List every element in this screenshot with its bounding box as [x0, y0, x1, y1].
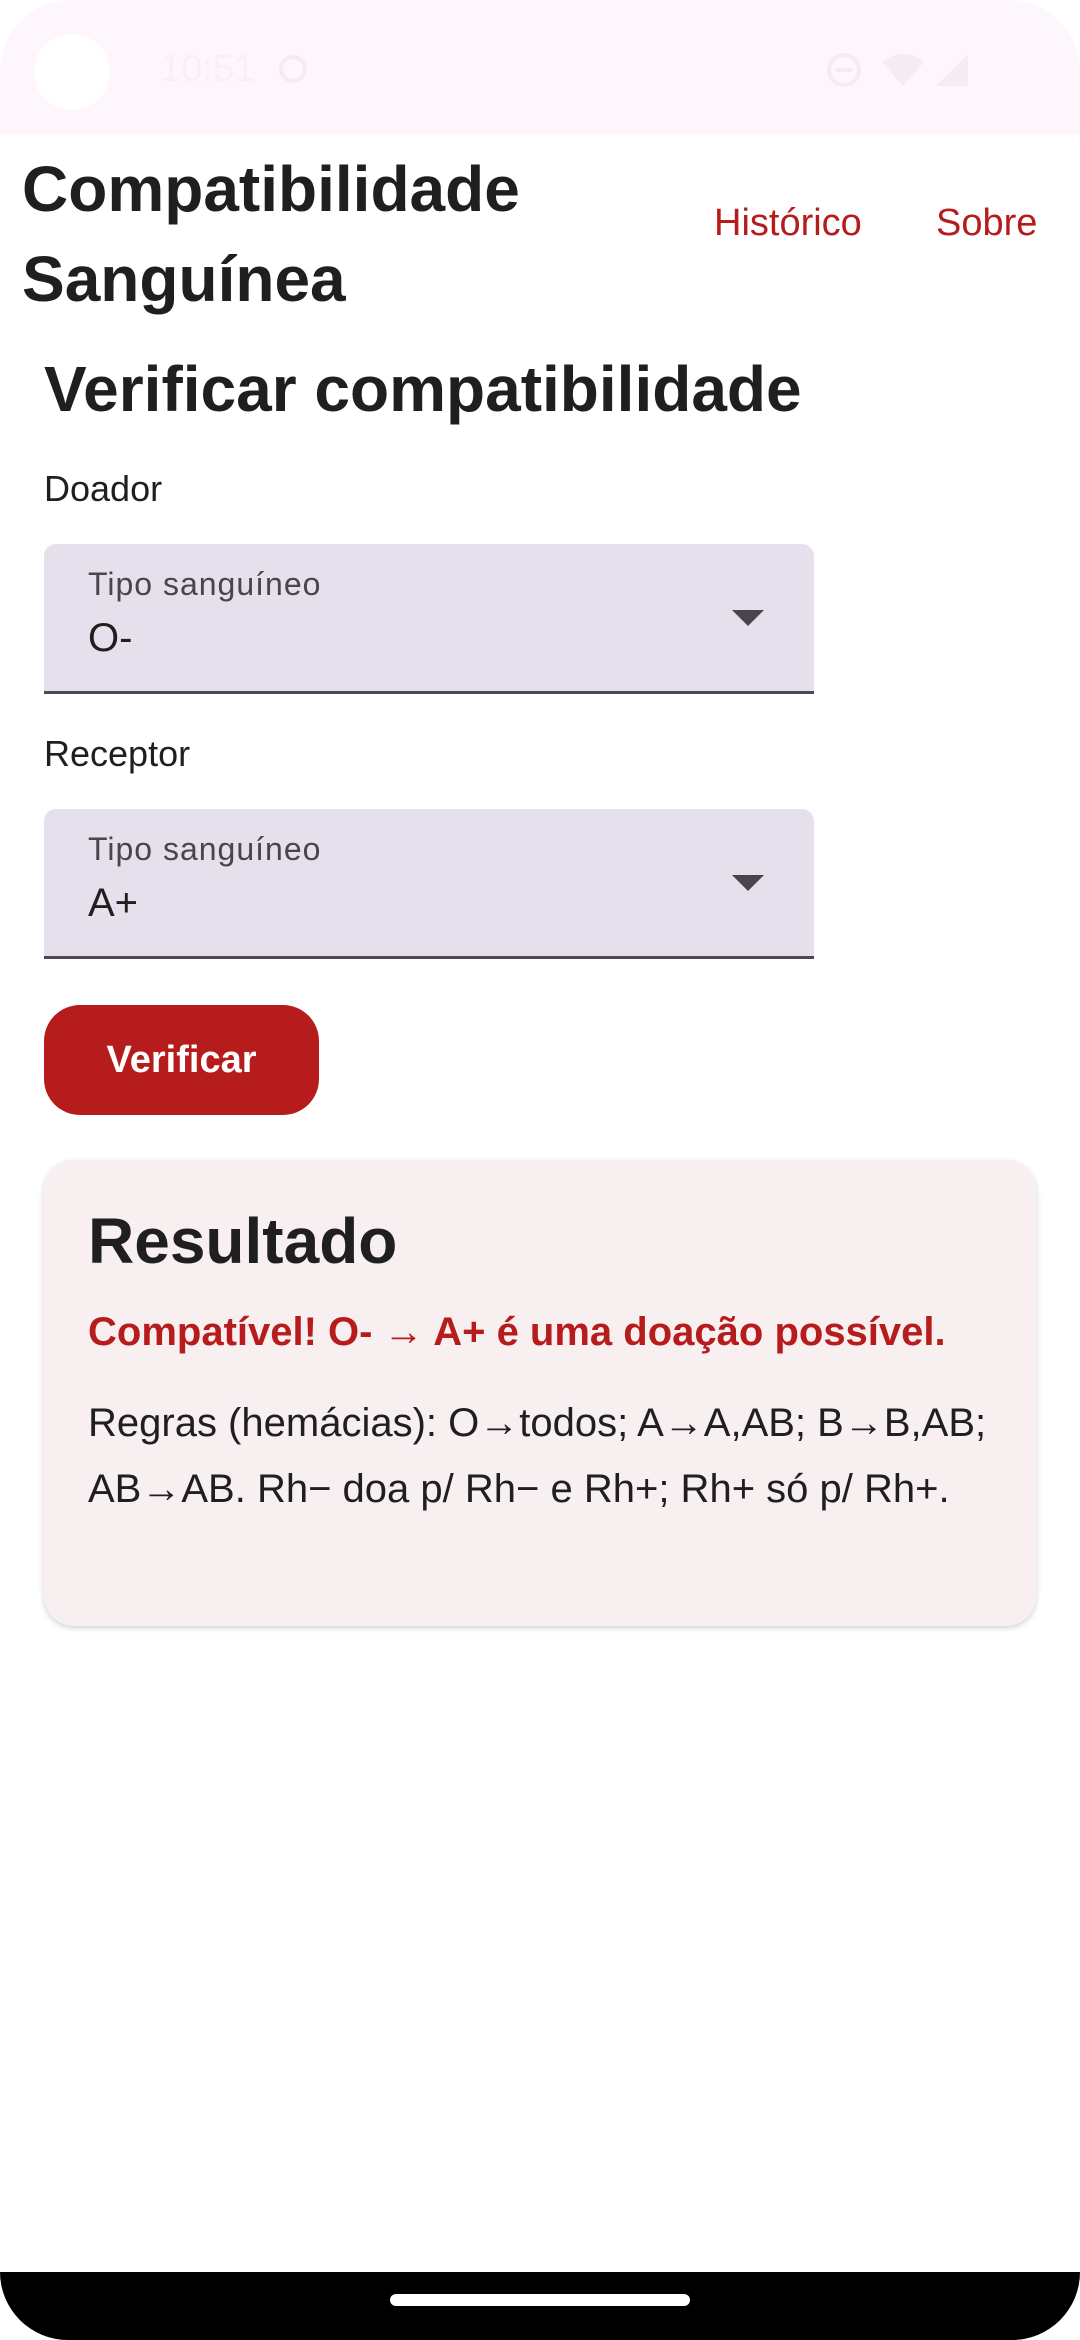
history-link[interactable]: Histórico	[714, 202, 862, 245]
donor-label: Doador	[44, 468, 163, 509]
app-title: Compatibilidade Sanguínea	[22, 153, 520, 315]
receiver-select-label: Tipo sanguíneo	[88, 831, 322, 867]
result-card: Resultado Compatível! O- → A+ é uma doaç…	[44, 1160, 1036, 1626]
section-heading: Verificar compatibilidade	[44, 353, 802, 425]
receiver-select-value: A+	[88, 881, 139, 925]
verify-button[interactable]: Verificar	[44, 1005, 319, 1115]
receiver-blood-type-select[interactable]: Tipo sanguíneo A+	[44, 809, 814, 959]
app-bar: Compatibilidade Sanguínea Histórico Sobr…	[0, 134, 1080, 315]
rules-text: Regras (hemácias): O→todos; A→A,AB; B→B,…	[88, 1401, 987, 1511]
donor-blood-type-select[interactable]: Tipo sanguíneo O-	[44, 544, 814, 694]
receiver-label: Receptor	[44, 733, 191, 774]
dropdown-arrow-icon[interactable]	[732, 610, 764, 626]
wifi-icon	[880, 52, 926, 93]
status-time: 10:51	[160, 48, 256, 90]
donor-select-value: O-	[88, 616, 133, 660]
status-bar: 10:51	[0, 0, 1080, 134]
result-title: Resultado	[88, 1205, 398, 1277]
donor-select-label: Tipo sanguíneo	[88, 566, 322, 602]
home-gesture-handle[interactable]	[390, 2294, 690, 2306]
sync-icon	[276, 52, 310, 91]
camera-cutout	[34, 34, 110, 110]
system-nav-bar	[0, 2272, 1080, 2340]
signal-icon	[934, 52, 970, 93]
result-message: Compatível! O- → A+ é uma doação possíve…	[88, 1310, 946, 1354]
dropdown-arrow-icon[interactable]	[732, 875, 764, 891]
about-link[interactable]: Sobre	[936, 202, 1037, 245]
dnd-icon	[826, 52, 862, 93]
